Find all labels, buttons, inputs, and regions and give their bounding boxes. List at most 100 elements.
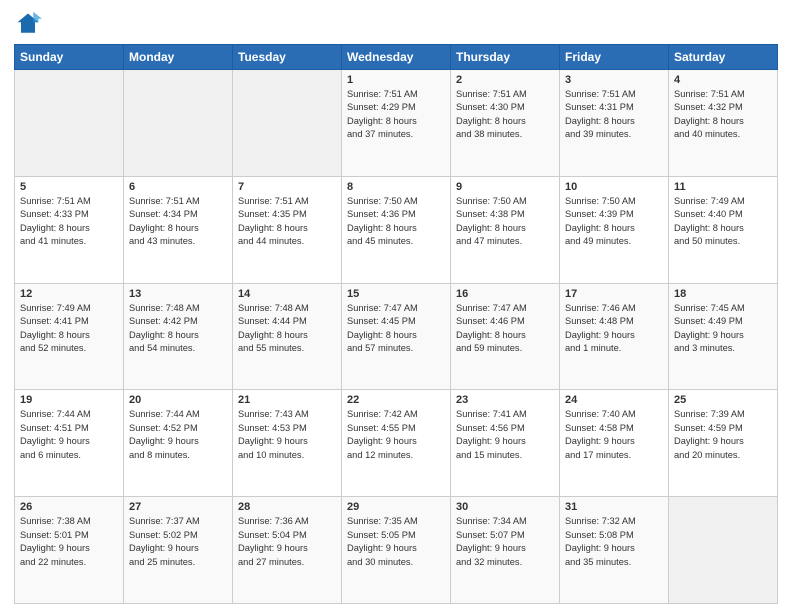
cell-content: Sunrise: 7:50 AM Sunset: 4:39 PM Dayligh… <box>565 195 663 249</box>
header-day-friday: Friday <box>560 45 669 70</box>
cell-content: Sunrise: 7:40 AM Sunset: 4:58 PM Dayligh… <box>565 408 663 462</box>
day-number: 24 <box>565 394 663 406</box>
calendar-cell: 24 Sunrise: 7:40 AM Sunset: 4:58 PM Dayli… <box>560 390 669 497</box>
day-number: 8 <box>347 181 445 193</box>
cell-content: Sunrise: 7:42 AM Sunset: 4:55 PM Dayligh… <box>347 408 445 462</box>
calendar-cell: 4Sunrise: 7:51 AM Sunset: 4:32 PM Daylig… <box>669 70 778 177</box>
cell-content: Sunrise: 7:37 AM Sunset: 5:02 PM Dayligh… <box>129 515 227 569</box>
day-number: 21 <box>238 394 336 406</box>
day-number: 19 <box>20 394 118 406</box>
day-number: 22 <box>347 394 445 406</box>
cell-content: Sunrise: 7:50 AM Sunset: 4:36 PM Dayligh… <box>347 195 445 249</box>
day-number: 25 <box>674 394 772 406</box>
day-number: 15 <box>347 288 445 300</box>
calendar-cell: 27 Sunrise: 7:37 AM Sunset: 5:02 PM Dayli… <box>124 497 233 604</box>
calendar-cell <box>233 70 342 177</box>
day-number: 18 <box>674 288 772 300</box>
cell-content: Sunrise: 7:44 AM Sunset: 4:51 PM Dayligh… <box>20 408 118 462</box>
calendar-cell: 26Sunrise: 7:38 AM Sunset: 5:01 PM Dayli… <box>15 497 124 604</box>
calendar-cell: 16 Sunrise: 7:47 AM Sunset: 4:46 PM Dayli… <box>451 283 560 390</box>
cell-content: Sunrise: 7:48 AM Sunset: 4:42 PM Dayligh… <box>129 302 227 356</box>
cell-content: Sunrise: 7:32 AM Sunset: 5:08 PM Dayligh… <box>565 515 663 569</box>
day-number: 17 <box>565 288 663 300</box>
calendar-cell: 6 Sunrise: 7:51 AM Sunset: 4:34 PM Daylig… <box>124 176 233 283</box>
cell-content: Sunrise: 7:45 AM Sunset: 4:49 PM Dayligh… <box>674 302 772 356</box>
cell-content: Sunrise: 7:51 AM Sunset: 4:34 PM Dayligh… <box>129 195 227 249</box>
day-number: 30 <box>456 501 554 513</box>
cell-content: Sunrise: 7:36 AM Sunset: 5:04 PM Dayligh… <box>238 515 336 569</box>
cell-content: Sunrise: 7:49 AM Sunset: 4:40 PM Dayligh… <box>674 195 772 249</box>
cell-content: Sunrise: 7:49 AM Sunset: 4:41 PM Dayligh… <box>20 302 118 356</box>
cell-content: Sunrise: 7:43 AM Sunset: 4:53 PM Dayligh… <box>238 408 336 462</box>
calendar-cell: 5 Sunrise: 7:51 AM Sunset: 4:33 PM Daylig… <box>15 176 124 283</box>
day-number: 16 <box>456 288 554 300</box>
calendar-week-3: 12 Sunrise: 7:49 AM Sunset: 4:41 PM Dayli… <box>15 283 778 390</box>
cell-content: Sunrise: 7:51 AM Sunset: 4:29 PM Dayligh… <box>347 88 445 142</box>
day-number: 13 <box>129 288 227 300</box>
day-number: 1 <box>347 74 445 86</box>
header-day-monday: Monday <box>124 45 233 70</box>
day-number: 4 <box>674 74 772 86</box>
header-day-thursday: Thursday <box>451 45 560 70</box>
cell-content: Sunrise: 7:47 AM Sunset: 4:45 PM Dayligh… <box>347 302 445 356</box>
day-number: 10 <box>565 181 663 193</box>
cell-content: Sunrise: 7:44 AM Sunset: 4:52 PM Dayligh… <box>129 408 227 462</box>
header-day-saturday: Saturday <box>669 45 778 70</box>
day-number: 27 <box>129 501 227 513</box>
calendar-cell: 21 Sunrise: 7:43 AM Sunset: 4:53 PM Dayli… <box>233 390 342 497</box>
calendar-week-5: 26Sunrise: 7:38 AM Sunset: 5:01 PM Dayli… <box>15 497 778 604</box>
cell-content: Sunrise: 7:39 AM Sunset: 4:59 PM Dayligh… <box>674 408 772 462</box>
calendar-cell: 11 Sunrise: 7:49 AM Sunset: 4:40 PM Dayli… <box>669 176 778 283</box>
day-number: 7 <box>238 181 336 193</box>
cell-content: Sunrise: 7:47 AM Sunset: 4:46 PM Dayligh… <box>456 302 554 356</box>
calendar-cell: 2 Sunrise: 7:51 AM Sunset: 4:30 PM Daylig… <box>451 70 560 177</box>
cell-content: Sunrise: 7:51 AM Sunset: 4:30 PM Dayligh… <box>456 88 554 142</box>
cell-content: Sunrise: 7:51 AM Sunset: 4:31 PM Dayligh… <box>565 88 663 142</box>
day-number: 2 <box>456 74 554 86</box>
day-number: 3 <box>565 74 663 86</box>
day-number: 5 <box>20 181 118 193</box>
calendar-week-2: 5 Sunrise: 7:51 AM Sunset: 4:33 PM Daylig… <box>15 176 778 283</box>
calendar-week-4: 19 Sunrise: 7:44 AM Sunset: 4:51 PM Dayli… <box>15 390 778 497</box>
calendar-cell: 1 Sunrise: 7:51 AM Sunset: 4:29 PM Daylig… <box>342 70 451 177</box>
calendar-header-row: SundayMondayTuesdayWednesdayThursdayFrid… <box>15 45 778 70</box>
calendar-cell: 28 Sunrise: 7:36 AM Sunset: 5:04 PM Dayli… <box>233 497 342 604</box>
logo <box>14 10 46 38</box>
day-number: 14 <box>238 288 336 300</box>
cell-content: Sunrise: 7:48 AM Sunset: 4:44 PM Dayligh… <box>238 302 336 356</box>
page: SundayMondayTuesdayWednesdayThursdayFrid… <box>0 0 792 612</box>
calendar-cell <box>124 70 233 177</box>
cell-content: Sunrise: 7:51 AM Sunset: 4:35 PM Dayligh… <box>238 195 336 249</box>
cell-content: Sunrise: 7:41 AM Sunset: 4:56 PM Dayligh… <box>456 408 554 462</box>
calendar-cell: 9Sunrise: 7:50 AM Sunset: 4:38 PM Daylig… <box>451 176 560 283</box>
calendar-cell: 3 Sunrise: 7:51 AM Sunset: 4:31 PM Daylig… <box>560 70 669 177</box>
calendar-cell: 20Sunrise: 7:44 AM Sunset: 4:52 PM Dayli… <box>124 390 233 497</box>
calendar-cell: 15 Sunrise: 7:47 AM Sunset: 4:45 PM Dayli… <box>342 283 451 390</box>
day-number: 28 <box>238 501 336 513</box>
logo-icon <box>14 10 42 38</box>
calendar-cell: 17Sunrise: 7:46 AM Sunset: 4:48 PM Dayli… <box>560 283 669 390</box>
day-number: 12 <box>20 288 118 300</box>
calendar-cell: 13 Sunrise: 7:48 AM Sunset: 4:42 PM Dayli… <box>124 283 233 390</box>
day-number: 6 <box>129 181 227 193</box>
day-number: 23 <box>456 394 554 406</box>
calendar-cell: 29Sunrise: 7:35 AM Sunset: 5:05 PM Dayli… <box>342 497 451 604</box>
header-day-sunday: Sunday <box>15 45 124 70</box>
cell-content: Sunrise: 7:34 AM Sunset: 5:07 PM Dayligh… <box>456 515 554 569</box>
calendar-cell: 30 Sunrise: 7:34 AM Sunset: 5:07 PM Dayli… <box>451 497 560 604</box>
header-day-tuesday: Tuesday <box>233 45 342 70</box>
header <box>14 10 778 38</box>
calendar-cell: 7 Sunrise: 7:51 AM Sunset: 4:35 PM Daylig… <box>233 176 342 283</box>
cell-content: Sunrise: 7:51 AM Sunset: 4:33 PM Dayligh… <box>20 195 118 249</box>
calendar-cell: 10 Sunrise: 7:50 AM Sunset: 4:39 PM Dayli… <box>560 176 669 283</box>
cell-content: Sunrise: 7:38 AM Sunset: 5:01 PM Dayligh… <box>20 515 118 569</box>
calendar-cell: 12 Sunrise: 7:49 AM Sunset: 4:41 PM Dayli… <box>15 283 124 390</box>
day-number: 11 <box>674 181 772 193</box>
calendar-cell: 22 Sunrise: 7:42 AM Sunset: 4:55 PM Dayli… <box>342 390 451 497</box>
day-number: 31 <box>565 501 663 513</box>
calendar-cell <box>669 497 778 604</box>
calendar-table: SundayMondayTuesdayWednesdayThursdayFrid… <box>14 44 778 604</box>
calendar-cell: 25 Sunrise: 7:39 AM Sunset: 4:59 PM Dayli… <box>669 390 778 497</box>
calendar-week-1: 1 Sunrise: 7:51 AM Sunset: 4:29 PM Daylig… <box>15 70 778 177</box>
calendar-cell: 14 Sunrise: 7:48 AM Sunset: 4:44 PM Dayli… <box>233 283 342 390</box>
